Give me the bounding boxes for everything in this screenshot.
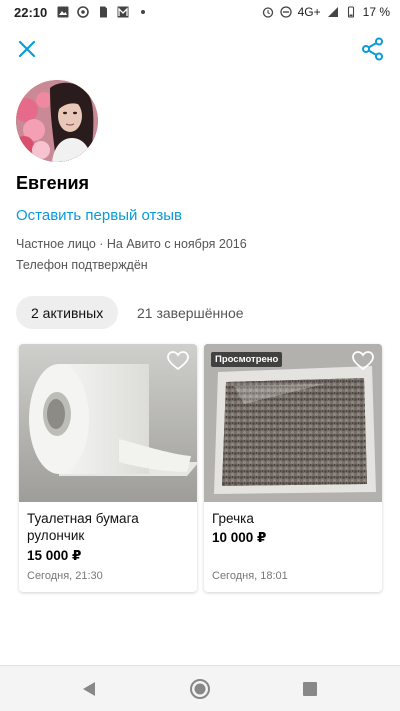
listing-card[interactable]: Туалетная бумага рулончик 15 000 ₽ Сегод… (19, 344, 197, 592)
recent-square-icon[interactable] (302, 681, 318, 697)
signal-icon (327, 7, 338, 17)
profile-name: Евгения (16, 173, 90, 193)
alarm-icon (262, 7, 273, 18)
viewed-badge: Просмотрено (211, 352, 283, 367)
dnd-icon (279, 6, 292, 18)
share-icon[interactable] (360, 36, 386, 62)
app-bar (0, 24, 400, 74)
dot-icon (141, 10, 146, 14)
tab-completed-listings[interactable]: 21 завершённое (137, 296, 244, 329)
listing-date: Сегодня, 21:30 (27, 570, 103, 582)
phone-verified-text: Телефон подтверждён (16, 258, 148, 272)
favorite-icon[interactable] (167, 351, 189, 371)
status-icons-right: 4G+ 17 % (262, 5, 390, 19)
listing-card[interactable]: Просмотрено Гречка 10 000 ₽ Сегодня, 18:… (204, 344, 382, 592)
status-time: 22:10 (14, 4, 48, 20)
image-icon (57, 6, 69, 18)
close-icon[interactable] (14, 36, 40, 62)
gallery-icon (117, 6, 129, 18)
listing-date: Сегодня, 18:01 (212, 570, 288, 582)
listing-price: 15 000 ₽ (27, 548, 82, 563)
listing-title: Туалетная бумага рулончик (27, 511, 139, 543)
back-triangle-icon[interactable] (80, 680, 98, 698)
file-icon (100, 6, 108, 18)
listing-price: 10 000 ₽ (212, 530, 267, 545)
tab-active-listings[interactable]: 2 активных (16, 296, 119, 329)
profile-meta: Частное лицо · На Авито с ноября 2016 (16, 237, 247, 251)
status-bar: 22:10 4G+ 17 % (0, 0, 400, 24)
leave-review-link[interactable]: Оставить первый отзыв (16, 207, 182, 224)
battery-icon (347, 6, 354, 18)
system-nav-bar (0, 665, 400, 711)
listing-title: Гречка (212, 511, 254, 526)
battery-level: 17 % (362, 5, 390, 19)
sync-icon (77, 6, 90, 18)
avatar[interactable] (16, 80, 98, 162)
favorite-icon[interactable] (352, 351, 374, 371)
status-icons-left (57, 6, 149, 18)
home-circle-icon[interactable] (189, 678, 211, 700)
network-type: 4G+ (297, 5, 321, 19)
